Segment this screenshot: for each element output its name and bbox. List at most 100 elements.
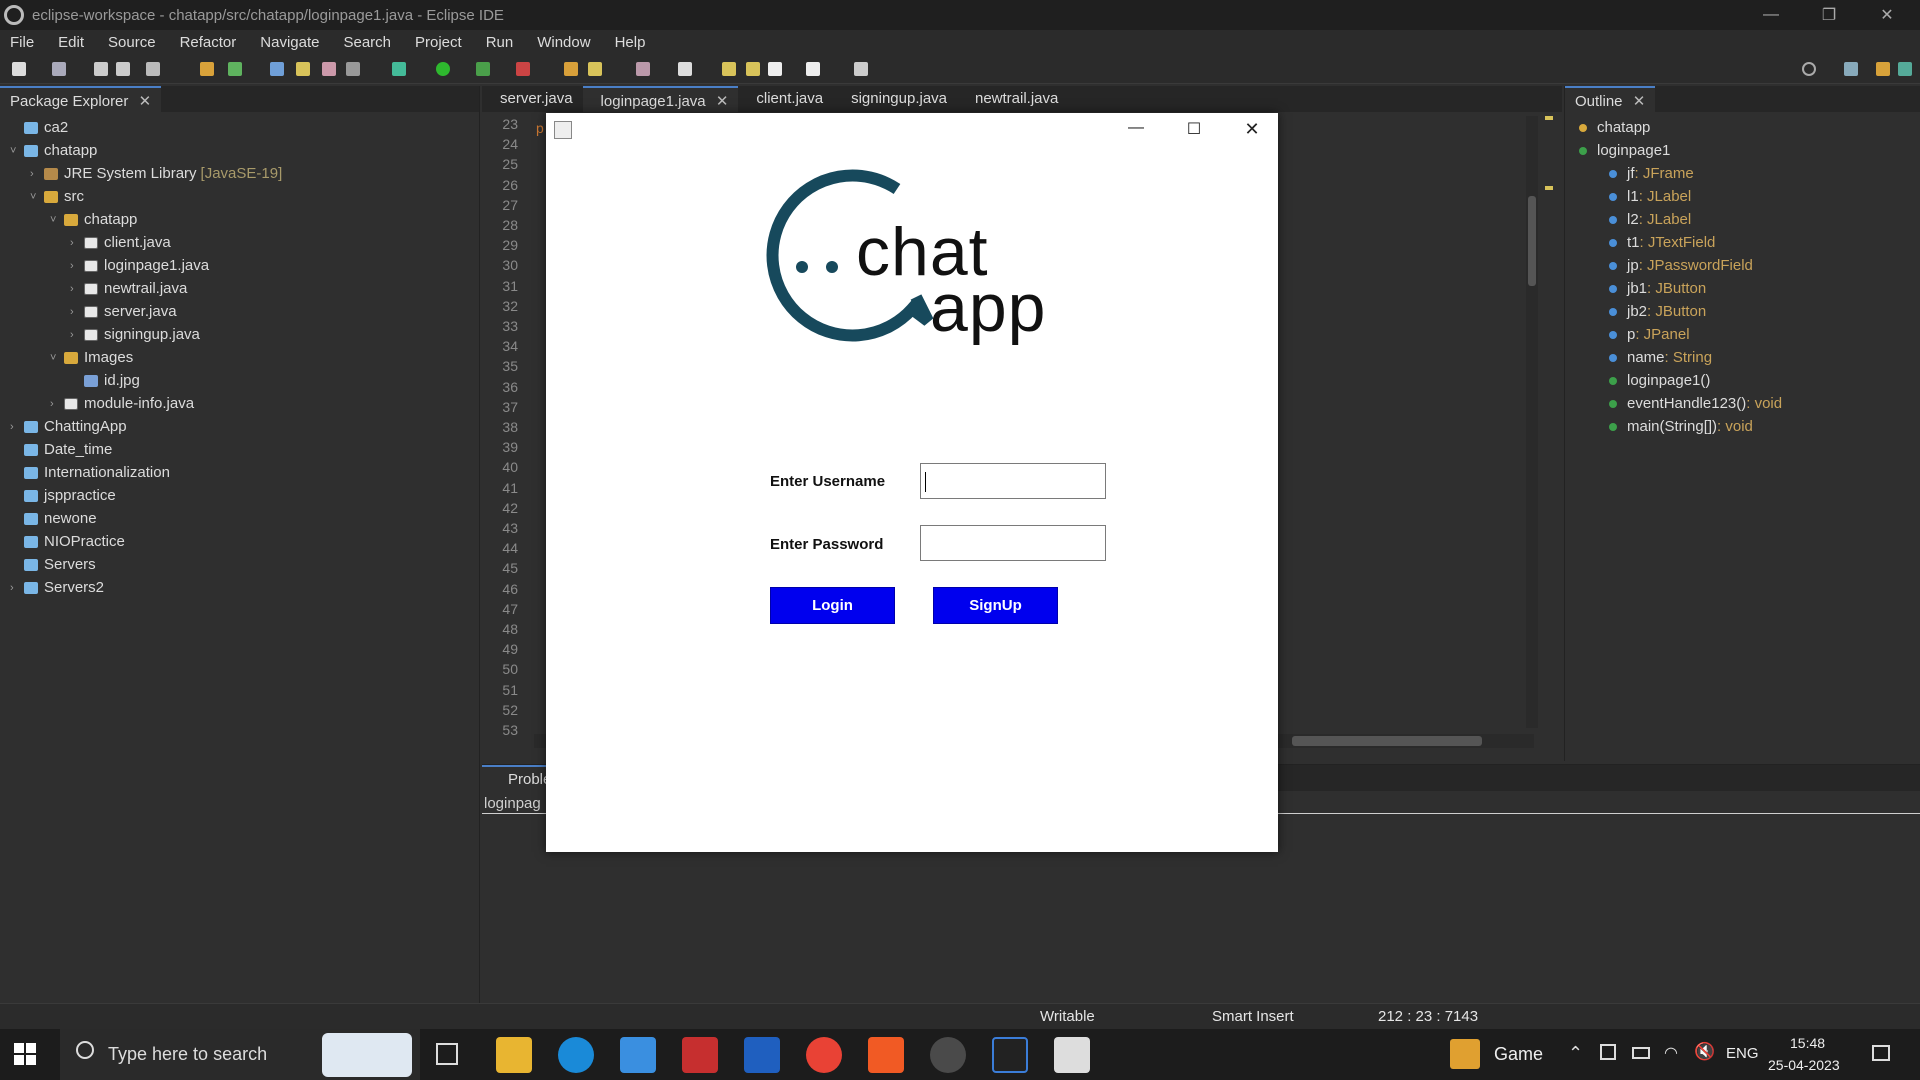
meet-icon[interactable] xyxy=(1600,1044,1616,1060)
chevron-up-icon[interactable]: ⌃ xyxy=(1568,1043,1583,1064)
outline-item[interactable]: loginpage1() xyxy=(1609,369,1710,392)
tree-item[interactable]: ˅ src xyxy=(30,185,84,208)
scrollbar-thumb[interactable] xyxy=(1528,196,1536,286)
open-perspective-icon[interactable] xyxy=(1844,62,1858,76)
tab-outline[interactable]: Outline ✕ xyxy=(1565,86,1656,112)
dialog-minimize-button[interactable]: — xyxy=(1116,119,1156,137)
task-view-icon[interactable] xyxy=(436,1043,458,1065)
tab-server-java[interactable]: server.java xyxy=(482,86,583,112)
close-icon[interactable]: ✕ xyxy=(1633,93,1646,110)
chevron-right-icon[interactable]: › xyxy=(70,260,84,272)
tree-item[interactable]: ˅ Images xyxy=(50,346,133,369)
tree-item[interactable]: › client.java xyxy=(70,231,171,254)
mail-icon[interactable] xyxy=(620,1037,656,1073)
block-icon[interactable] xyxy=(346,62,360,76)
tree-item[interactable]: › loginpage1.java xyxy=(70,254,209,277)
console-scrollbar[interactable] xyxy=(1892,817,1906,977)
outline-item[interactable]: name : String xyxy=(1609,346,1712,369)
debug-icon[interactable] xyxy=(392,62,406,76)
windows-start-icon[interactable] xyxy=(14,1043,36,1065)
tab-package-explorer[interactable]: Package Explorer ✕ xyxy=(0,86,162,112)
menu-file[interactable]: File xyxy=(10,34,34,51)
chevron-right-icon[interactable]: › xyxy=(70,237,84,249)
outline-item[interactable]: jb1 : JButton xyxy=(1609,277,1706,300)
back-icon[interactable] xyxy=(768,62,782,76)
brave-icon[interactable] xyxy=(868,1037,904,1073)
tree-item[interactable]: ˅ chatapp xyxy=(50,208,137,231)
forward-icon[interactable] xyxy=(806,62,820,76)
chevron-right-icon[interactable]: › xyxy=(10,421,24,433)
password-input[interactable] xyxy=(920,525,1106,561)
tab-loginpage1-java[interactable]: loginpage1.java ✕ xyxy=(582,86,739,112)
tree-item[interactable]: NIOPractice xyxy=(10,530,125,553)
username-input[interactable] xyxy=(920,463,1106,499)
outline-item[interactable]: loginpage1 xyxy=(1579,139,1670,162)
chevron-right-icon[interactable]: › xyxy=(50,398,64,410)
notification-icon[interactable] xyxy=(1872,1045,1890,1061)
tree-item[interactable]: ˅ chatapp xyxy=(10,139,97,162)
edge-icon[interactable] xyxy=(558,1037,594,1073)
tree-item[interactable]: › Servers2 xyxy=(10,576,104,599)
game-widget-icon[interactable] xyxy=(1450,1039,1480,1069)
java-perspective-icon[interactable] xyxy=(1876,62,1890,76)
chevron-right-icon[interactable]: › xyxy=(70,329,84,341)
minimize-button[interactable]: — xyxy=(1742,0,1800,30)
outline-item[interactable]: chatapp xyxy=(1579,116,1650,139)
settings-icon[interactable] xyxy=(930,1037,966,1073)
close-button[interactable]: ✕ xyxy=(1858,0,1916,30)
outline-item[interactable]: t1 : JTextField xyxy=(1609,231,1715,254)
outline-item[interactable]: jf : JFrame xyxy=(1609,162,1694,185)
dialog-close-button[interactable]: ✕ xyxy=(1232,119,1272,140)
menu-navigate[interactable]: Navigate xyxy=(260,34,319,51)
annotation-icon[interactable] xyxy=(636,62,650,76)
tab-newtrail-java[interactable]: newtrail.java xyxy=(957,86,1068,112)
outline-item[interactable]: p : JPanel xyxy=(1609,323,1690,346)
outline-item[interactable]: l1 : JLabel xyxy=(1609,185,1691,208)
tree-item[interactable]: id.jpg xyxy=(70,369,140,392)
tree-item[interactable]: › ChattingApp xyxy=(10,415,127,438)
battery-icon[interactable] xyxy=(1632,1047,1650,1059)
wifi-icon[interactable]: ◠ xyxy=(1664,1043,1678,1063)
taskbar-search-box[interactable]: Type here to search xyxy=(60,1029,420,1080)
external-tools-icon[interactable] xyxy=(516,62,530,76)
chevron-right-icon[interactable]: › xyxy=(70,283,84,295)
print-icon[interactable] xyxy=(146,62,160,76)
game-label[interactable]: Game xyxy=(1494,1044,1543,1065)
tree-item[interactable]: › server.java xyxy=(70,300,177,323)
menu-edit[interactable]: Edit xyxy=(58,34,84,51)
close-icon[interactable]: ✕ xyxy=(716,93,729,110)
restore-button[interactable]: ❐ xyxy=(1800,0,1858,30)
login-button[interactable]: Login xyxy=(770,587,895,624)
chevron-down-icon[interactable]: ˅ xyxy=(30,191,44,203)
outline-item[interactable]: jp : JPasswordField xyxy=(1609,254,1753,277)
new-icon[interactable] xyxy=(12,62,26,76)
new-package-icon[interactable] xyxy=(200,62,214,76)
tree-item[interactable]: newone xyxy=(10,507,97,530)
chevron-right-icon[interactable]: › xyxy=(30,168,44,180)
search-icon-right[interactable] xyxy=(1802,62,1816,76)
save-icon[interactable] xyxy=(94,62,108,76)
search-icon[interactable] xyxy=(270,62,284,76)
tree-item[interactable]: › module-info.java xyxy=(50,392,194,415)
coverage-icon[interactable] xyxy=(476,62,490,76)
menu-refactor[interactable]: Refactor xyxy=(180,34,237,51)
chrome-icon[interactable] xyxy=(806,1037,842,1073)
open-type-icon[interactable] xyxy=(564,62,578,76)
menu-run[interactable]: Run xyxy=(486,34,514,51)
outline-item[interactable]: eventHandle123() : void xyxy=(1609,392,1782,415)
open-icon[interactable] xyxy=(52,62,66,76)
vertical-scrollbar[interactable] xyxy=(1526,116,1538,728)
chevron-down-icon[interactable]: ˅ xyxy=(50,352,64,364)
next-edit-icon[interactable] xyxy=(746,62,760,76)
tree-item[interactable]: jsppractice xyxy=(10,484,116,507)
menu-source[interactable]: Source xyxy=(108,34,156,51)
chevron-down-icon[interactable]: ˅ xyxy=(50,214,64,226)
outline-item[interactable]: l2 : JLabel xyxy=(1609,208,1691,231)
file-explorer-icon[interactable] xyxy=(496,1037,532,1073)
new-class-icon[interactable] xyxy=(228,62,242,76)
intellij-icon[interactable] xyxy=(992,1037,1028,1073)
dev-icon[interactable] xyxy=(744,1037,780,1073)
save-all-icon[interactable] xyxy=(116,62,130,76)
mark-icon[interactable] xyxy=(322,62,336,76)
close-icon[interactable]: ✕ xyxy=(139,93,152,110)
